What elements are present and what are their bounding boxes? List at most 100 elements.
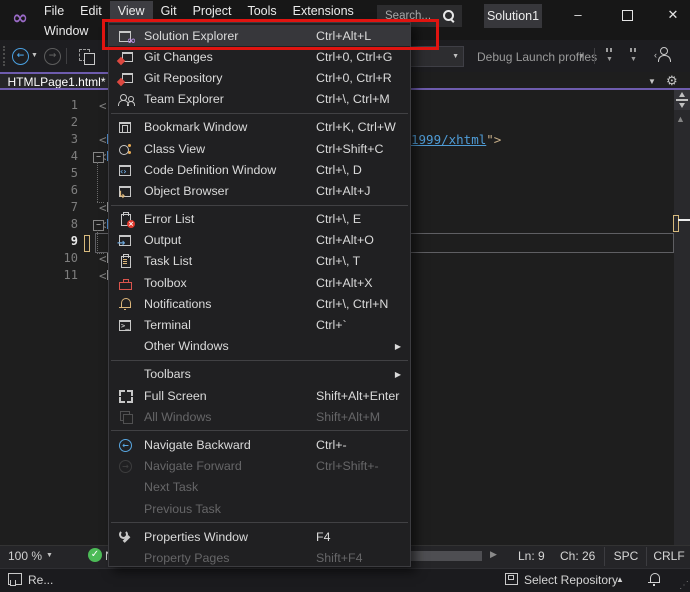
scrollbar-modified-marker (673, 215, 679, 232)
class-view-icon (118, 141, 134, 157)
active-files-dropdown-icon[interactable]: ▼ (648, 77, 656, 86)
maximize-button[interactable] (609, 2, 645, 28)
fold-guide-line (97, 162, 99, 202)
menu-item-shortcut: Ctrl+\, T (316, 254, 361, 269)
maximize-icon (621, 10, 633, 22)
char-indicator[interactable]: Ch: 26 (560, 549, 595, 563)
toolbox-icon (118, 275, 134, 291)
navigate-backward-button[interactable]: ← (12, 48, 29, 65)
toolbar-separator (594, 48, 595, 64)
status-separator (604, 547, 605, 566)
menu-item-class-view[interactable]: Class View Ctrl+Shift+C (109, 138, 410, 159)
code-fragment-line1: < (99, 98, 107, 113)
blank-icon (118, 550, 134, 566)
menu-item-property-pages: Property Pages Shift+F4 (109, 547, 410, 566)
close-button[interactable]: ✕ (655, 2, 690, 28)
visual-studio-window: ∞ File Edit View Git Project Tools Extensions … (0, 0, 690, 592)
bookmark-window-icon (118, 119, 134, 135)
menubar-item-project[interactable]: Project (185, 1, 240, 21)
menu-separator (111, 204, 408, 206)
line-indicator[interactable]: Ln: 9 (518, 549, 545, 563)
chevron-down-icon[interactable]: ▼ (578, 53, 585, 60)
toolbar-grip[interactable] (3, 46, 8, 66)
repository-icon[interactable] (505, 573, 518, 585)
git-repository-icon (116, 70, 134, 87)
menu-item-label: Property Pages (144, 550, 230, 565)
output-icon: → (117, 232, 134, 249)
menubar-item-tools[interactable]: Tools (239, 1, 284, 21)
menu-item-shortcut: Ctrl+\, D (316, 162, 362, 177)
menu-item-label: Navigate Backward (144, 437, 251, 452)
menu-item-object-browser[interactable]: ↳ Object Browser Ctrl+Alt+J (109, 180, 410, 201)
chevron-down-icon[interactable]: ▼ (46, 552, 53, 559)
horizontal-scrollbar-thumb[interactable] (408, 551, 482, 561)
menubar-item-extensions[interactable]: Extensions (285, 1, 362, 21)
menu-item-other-windows[interactable]: Other Windows ▶ (109, 336, 410, 357)
menu-item-bookmark-window[interactable]: Bookmark Window Ctrl+K, Ctrl+W (109, 117, 410, 138)
menu-item-properties-window[interactable]: Properties Window F4 (109, 526, 410, 547)
menu-item-toolbox[interactable]: Toolbox Ctrl+Alt+X (109, 272, 410, 293)
chevron-up-icon[interactable]: ▲ (616, 575, 624, 584)
resize-grip[interactable]: ⋰ (679, 580, 689, 591)
menu-item-code-definition-window[interactable]: ‹› Code Definition Window Ctrl+\, D (109, 159, 410, 180)
code-fragment-line3: < (99, 132, 107, 147)
menubar-item-view[interactable]: View (109, 1, 153, 21)
line-number-10: 10 (63, 251, 78, 265)
chevron-down-icon: ▼ (452, 53, 459, 60)
scrollbar-caret-marker (678, 219, 690, 221)
menubar-item-edit[interactable]: Edit (72, 1, 110, 21)
navigate-forward-button[interactable]: → (44, 48, 61, 65)
blank-icon (118, 338, 134, 354)
menubar-item-file[interactable]: File (36, 1, 72, 21)
scrollbar-up-arrow[interactable]: ▲ (676, 114, 685, 124)
line-ending-indicator[interactable]: CRLF (648, 549, 690, 563)
menu-item-team-explorer[interactable]: Team Explorer Ctrl+\, Ctrl+M (109, 89, 410, 110)
new-project-icon[interactable] (78, 47, 98, 65)
gear-icon[interactable]: ⚙ (666, 73, 678, 89)
menu-item-shortcut: Ctrl+Alt+O (316, 233, 374, 248)
menu-item-notifications[interactable]: Notifications Ctrl+\, Ctrl+N (109, 293, 410, 314)
menu-separator (111, 522, 408, 524)
search-icon[interactable] (442, 9, 456, 23)
scrollbar-right-arrow[interactable]: ▶ (490, 549, 497, 560)
menu-item-full-screen[interactable]: Full Screen Shift+Alt+Enter (109, 385, 410, 406)
minimize-button[interactable]: – (560, 2, 596, 28)
live-share-icon[interactable]: ‹ (654, 46, 672, 64)
menu-item-shortcut: Ctrl+- (316, 437, 347, 452)
menu-item-label: Navigate Forward (144, 459, 242, 474)
line-number-3: 3 (70, 132, 78, 146)
select-repository-button[interactable]: Select Repository (524, 573, 618, 587)
toolbar-quote-icon-1[interactable]: ▼ (604, 48, 620, 64)
menu-item-task-list[interactable]: Task List Ctrl+\, T (109, 251, 410, 272)
submenu-arrow-icon: ▶ (394, 341, 401, 351)
notifications-bell-icon[interactable] (648, 572, 662, 587)
menu-item-error-list[interactable]: × Error List Ctrl+\, E (109, 209, 410, 230)
zoom-level[interactable]: 100 % (8, 549, 42, 563)
editor-splitter-handle[interactable] (674, 90, 690, 110)
menu-bar-row2: Window (36, 21, 96, 39)
vertical-scrollbar[interactable] (674, 90, 690, 545)
menu-item-label: Output (144, 233, 182, 248)
menu-item-label: Team Explorer (144, 92, 224, 107)
menu-item-navigate-backward[interactable]: ← Navigate Backward Ctrl+- (109, 434, 410, 455)
navigate-backward-dropdown-icon[interactable]: ▼ (31, 52, 38, 59)
menu-item-output[interactable]: → Output Ctrl+Alt+O (109, 230, 410, 251)
spaces-indicator[interactable]: SPC (606, 549, 646, 563)
menu-item-label: Next Task (144, 480, 199, 495)
background-tasks-icon[interactable] (8, 573, 23, 586)
menu-item-shortcut: Ctrl+\, Ctrl+M (316, 92, 390, 107)
line-number-7: 7 (70, 200, 78, 214)
menu-item-shortcut: Ctrl+Alt+X (316, 275, 373, 290)
menu-item-git-repository[interactable]: Git Repository Ctrl+0, Ctrl+R (109, 67, 410, 88)
line-number-5: 5 (70, 166, 78, 180)
menu-item-toolbars[interactable]: Toolbars ▶ (109, 364, 410, 385)
menu-item-label: Properties Window (144, 529, 248, 544)
toolbar-quote-icon-2[interactable]: ▼ (628, 48, 644, 64)
menubar-item-git[interactable]: Git (153, 1, 185, 21)
menu-item-terminal[interactable]: >_ Terminal Ctrl+` (109, 314, 410, 335)
health-check-icon[interactable]: ✓ (88, 548, 102, 562)
solution-badge[interactable]: Solution1 (484, 4, 542, 28)
menu-separator (111, 430, 408, 432)
menubar-item-window[interactable]: Window (36, 21, 96, 39)
notifications-icon (118, 296, 134, 312)
